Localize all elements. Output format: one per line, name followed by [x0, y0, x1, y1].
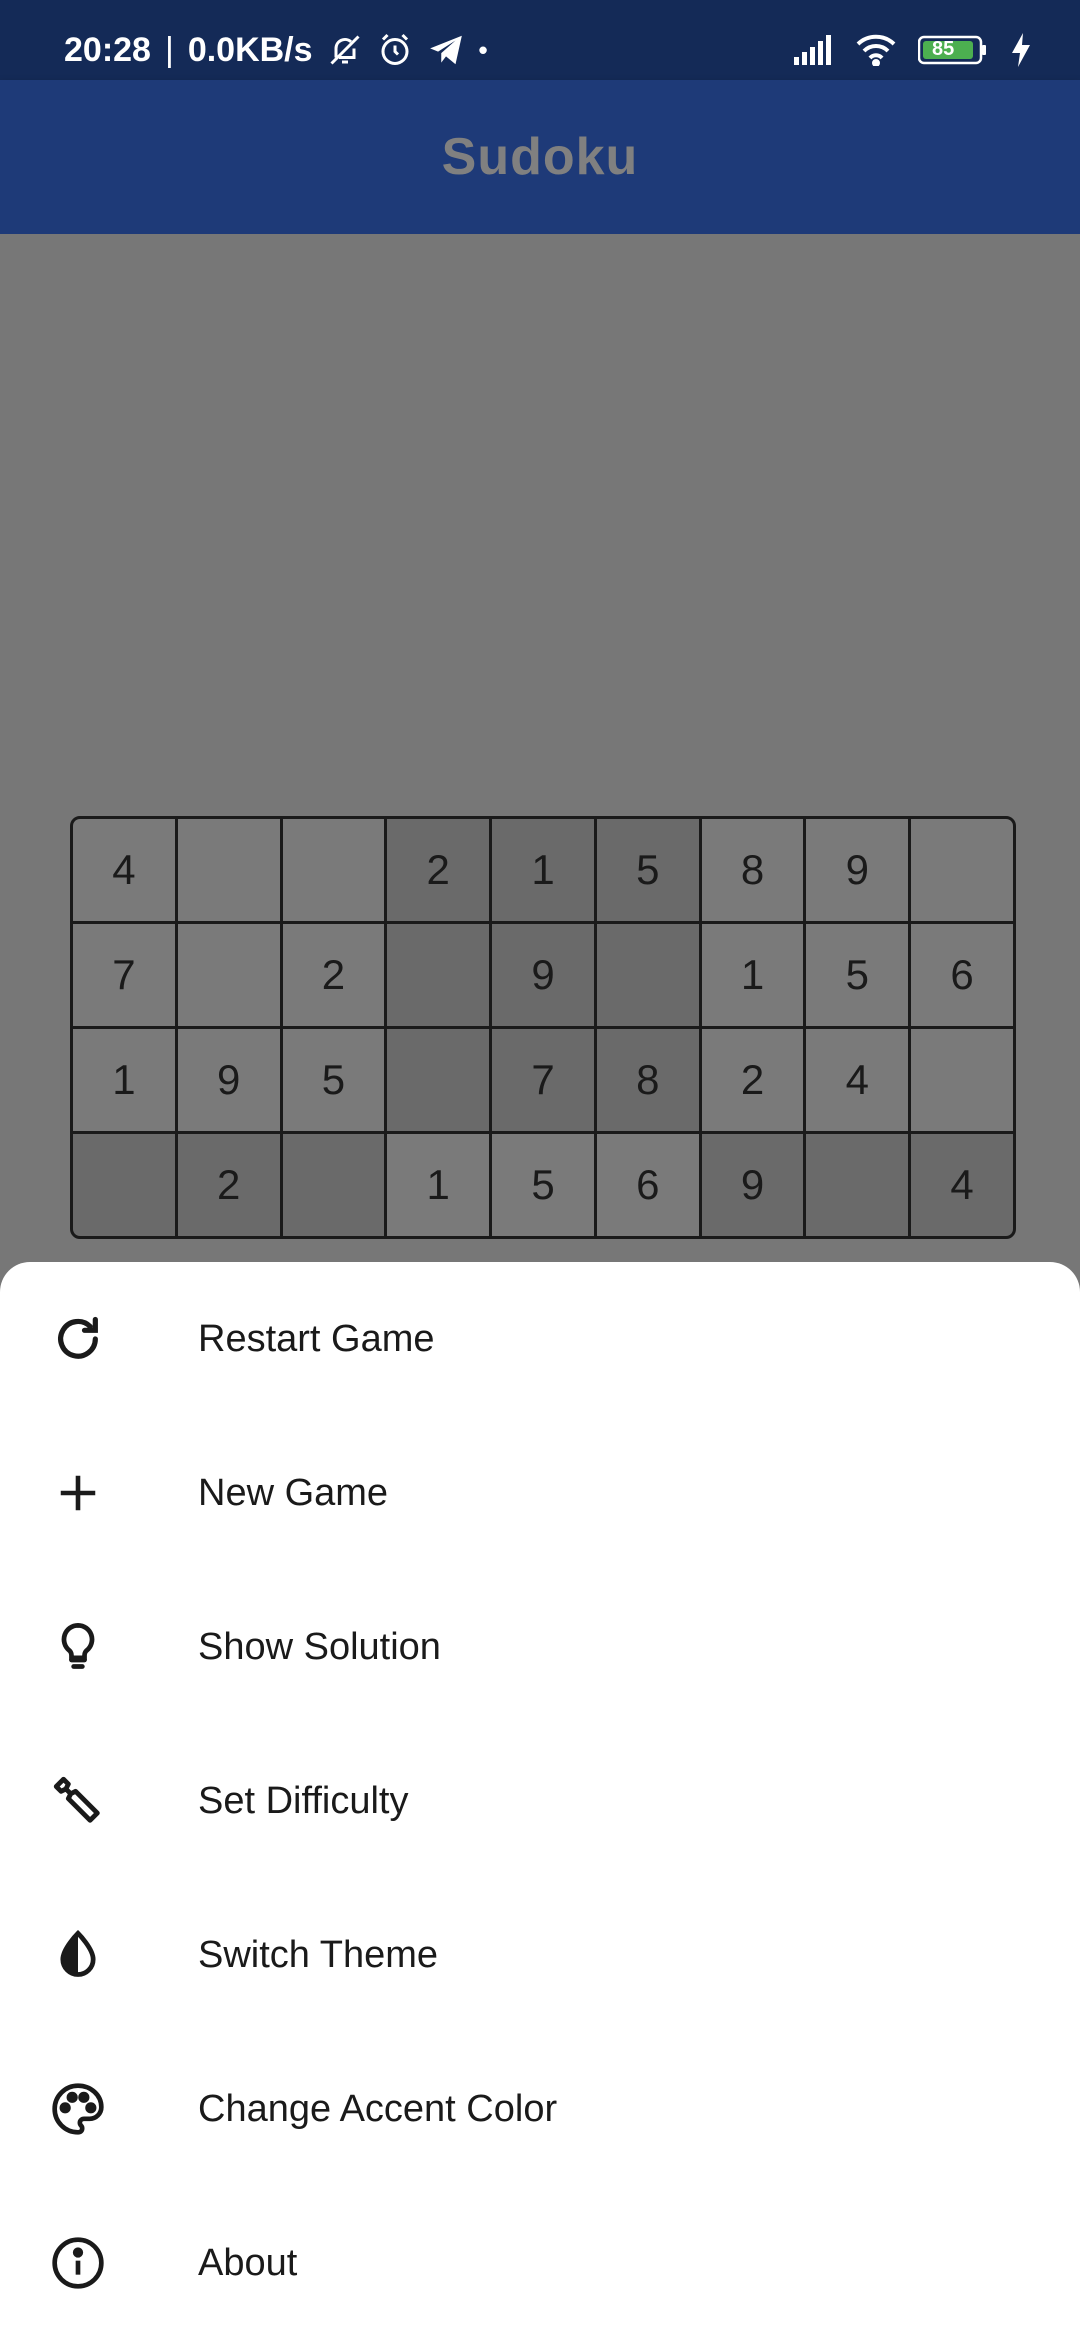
menu-item-label: Set Difficulty	[198, 1779, 409, 1822]
sudoku-cell[interactable]: 1	[387, 1134, 490, 1236]
app-title: Sudoku	[441, 128, 639, 186]
wifi-icon	[856, 34, 896, 66]
sudoku-cell[interactable]	[596, 924, 699, 1026]
notification-dot: •	[478, 34, 488, 65]
battery-icon: 85	[918, 35, 988, 65]
menu-item-label: Restart Game	[198, 1317, 435, 1360]
sudoku-cell[interactable]	[387, 924, 490, 1026]
sudoku-cell[interactable]	[73, 1134, 175, 1236]
sudoku-cell[interactable]: 6	[911, 924, 1013, 1026]
menu-item-label: Show Solution	[198, 1625, 441, 1668]
sudoku-cell[interactable]: 1	[73, 1029, 175, 1131]
sudoku-board: 4215897291561957824215694	[70, 816, 1016, 1239]
sudoku-cell[interactable]: 5	[282, 1029, 385, 1131]
sudoku-cell[interactable]: 4	[73, 819, 175, 921]
sudoku-cell[interactable]: 1	[492, 819, 594, 921]
sudoku-cell[interactable]	[282, 1134, 385, 1236]
menu-item-new-game[interactable]: New Game	[0, 1416, 1080, 1570]
sudoku-cell[interactable]	[177, 819, 280, 921]
sudoku-cell[interactable]: 2	[387, 819, 490, 921]
menu-item-label: Switch Theme	[198, 1933, 439, 1976]
network-speed: 0.0KB/s	[187, 30, 313, 69]
sudoku-cell[interactable]: 5	[492, 1134, 594, 1236]
status-time: 20:28	[64, 30, 151, 69]
menu-item-restart-game[interactable]: Restart Game	[0, 1262, 1080, 1416]
sudoku-cell[interactable]: 9	[492, 924, 594, 1026]
status-bar: 20:28 | 0.0KB/s • 85	[0, 0, 1080, 80]
bottom-sheet-menu: Restart Game New Game Show Solution Set …	[0, 1262, 1080, 2340]
sudoku-cell[interactable]: 7	[492, 1029, 594, 1131]
menu-item-label: Change Accent Color	[198, 2087, 558, 2130]
app-bar: Sudoku	[0, 80, 1080, 234]
status-separator: |	[164, 30, 174, 69]
alarm-icon	[377, 32, 413, 68]
menu-item-set-difficulty[interactable]: Set Difficulty	[0, 1724, 1080, 1878]
telegram-icon	[427, 31, 465, 69]
sudoku-cell[interactable]: 5	[596, 819, 699, 921]
signal-icon	[794, 35, 834, 65]
muted-bell-icon	[327, 32, 363, 68]
sudoku-cell[interactable]: 2	[282, 924, 385, 1026]
sudoku-cell[interactable]	[806, 1134, 909, 1236]
sudoku-cell[interactable]: 4	[806, 1029, 909, 1131]
sudoku-cell[interactable]: 7	[73, 924, 175, 1026]
menu-item-label: About	[198, 2241, 298, 2284]
sudoku-cell[interactable]: 4	[911, 1134, 1013, 1236]
sudoku-cell[interactable]	[282, 819, 385, 921]
sudoku-cell[interactable]: 9	[177, 1029, 280, 1131]
sudoku-cell[interactable]	[387, 1029, 490, 1131]
sudoku-cell[interactable]: 9	[806, 819, 909, 921]
sudoku-cell[interactable]: 6	[596, 1134, 699, 1236]
wrench-icon	[46, 1769, 110, 1833]
charging-icon	[1010, 33, 1032, 67]
menu-item-label: New Game	[198, 1471, 389, 1514]
sudoku-cell[interactable]	[911, 1029, 1013, 1131]
menu-item-change-accent-color[interactable]: Change Accent Color	[0, 2032, 1080, 2186]
sudoku-cell[interactable]	[911, 819, 1013, 921]
sudoku-cell[interactable]: 1	[701, 924, 804, 1026]
menu-item-switch-theme[interactable]: Switch Theme	[0, 1878, 1080, 2032]
menu-item-about[interactable]: About	[0, 2186, 1080, 2340]
contrast-icon	[46, 1923, 110, 1987]
sudoku-cell[interactable]	[177, 924, 280, 1026]
sudoku-cell[interactable]: 2	[177, 1134, 280, 1236]
sudoku-cell[interactable]: 9	[701, 1134, 804, 1236]
sudoku-cell[interactable]: 5	[806, 924, 909, 1026]
palette-icon	[46, 2077, 110, 2141]
info-icon	[46, 2231, 110, 2295]
battery-level: 85	[932, 38, 955, 60]
lightbulb-icon	[46, 1615, 110, 1679]
sudoku-cell[interactable]: 8	[596, 1029, 699, 1131]
restart-icon	[46, 1307, 110, 1371]
plus-icon	[46, 1461, 110, 1525]
sudoku-cell[interactable]: 8	[701, 819, 804, 921]
sudoku-cell[interactable]: 2	[701, 1029, 804, 1131]
menu-item-show-solution[interactable]: Show Solution	[0, 1570, 1080, 1724]
